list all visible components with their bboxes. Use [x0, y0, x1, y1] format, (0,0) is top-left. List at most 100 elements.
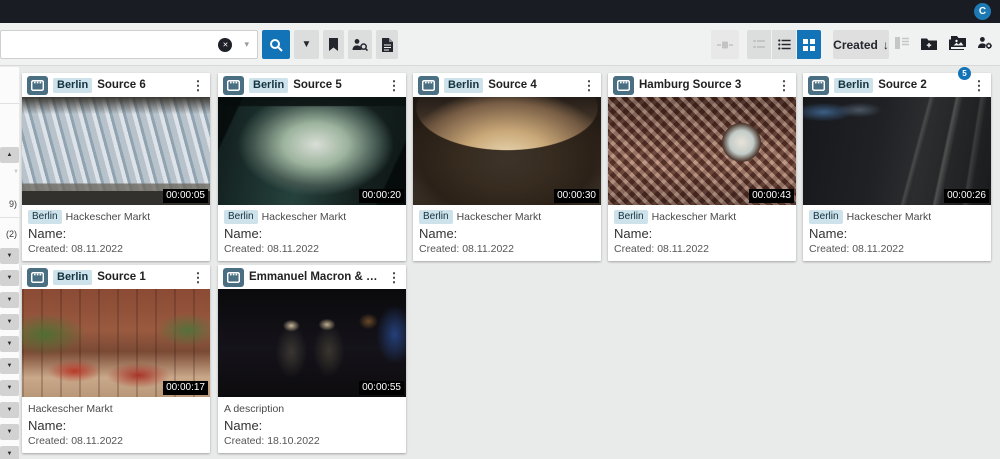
video-duration: 00:00:26: [944, 189, 989, 203]
name-label: Name:: [28, 418, 204, 433]
sort-by-button[interactable]: Created ↓: [833, 30, 889, 59]
user-settings-button[interactable]: [973, 30, 996, 59]
person-search-icon: [352, 38, 368, 52]
view-grid-button-active[interactable]: [797, 30, 821, 59]
card-title: Emmanuel Macron & Olaf Scholz Sr…: [249, 271, 382, 283]
user-avatar[interactable]: C: [974, 3, 991, 20]
side-panel-button-disabled: [890, 30, 914, 59]
facet-faint-chevron-icon: ▼: [0, 169, 19, 175]
created-date: Created: 18.10.2022: [224, 435, 400, 447]
facet-collapse-button[interactable]: ▼: [0, 270, 19, 286]
facet-collapse-button[interactable]: ▼: [0, 314, 19, 330]
facet-collapse-button[interactable]: ▼: [0, 248, 19, 264]
meta-row: A description: [224, 401, 400, 416]
asset-card: Berlin Source 6 ⋮ 00:00:05 Berlin Hackes…: [22, 73, 210, 261]
card-header: Hamburg Source 3 ⋮: [608, 73, 796, 97]
facet-collapse-button[interactable]: ▼: [0, 358, 19, 374]
search-box: ✕ ▾: [0, 30, 258, 59]
video-thumbnail[interactable]: 00:00:30: [413, 97, 601, 205]
triangle-down-icon: ▼: [7, 363, 13, 369]
video-thumbnail[interactable]: 00:00:17: [22, 289, 210, 397]
card-menu-button[interactable]: ⋮: [582, 76, 596, 95]
facet-collapse-button[interactable]: ▼: [0, 402, 19, 418]
meta-description: A description: [224, 403, 284, 415]
facet-scroll-up-button[interactable]: ▲: [0, 147, 19, 163]
video-thumbnail[interactable]: 00:00:05: [22, 97, 210, 205]
card-footer: Berlin Hackescher Markt Name: Created: 0…: [218, 205, 406, 261]
saved-searches-button[interactable]: [323, 30, 344, 59]
triangle-down-icon: ▼: [7, 451, 13, 457]
location-tag: Berlin: [419, 210, 453, 224]
sort-direction-icon: ↓: [883, 38, 889, 52]
search-button[interactable]: [262, 30, 290, 59]
meta-row: Berlin Hackescher Markt: [809, 209, 985, 224]
facet-count-bottom: (2): [0, 229, 17, 239]
person-search-button[interactable]: [348, 30, 372, 59]
meta-row: Berlin Hackescher Markt: [28, 209, 204, 224]
app-window: C ✕ ▾ ▼: [0, 0, 1000, 459]
location-tag: Berlin: [53, 78, 92, 93]
card-header: Berlin Source 5 ⋮: [218, 73, 406, 97]
card-footer: Hackescher Markt Name: Created: 08.11.20…: [22, 397, 210, 453]
report-document-button[interactable]: [376, 30, 398, 59]
view-compact-list-button: [747, 30, 771, 59]
facet-panel-edge: ▲ ▼ 9) (2) ▼ ▼ ▼ ▼ ▼ ▼ ▼ ▼ ▼ ▼: [0, 67, 19, 459]
card-menu-button[interactable]: ⋮: [777, 76, 791, 95]
card-title: Source 4: [488, 79, 577, 91]
view-list-button[interactable]: [772, 30, 796, 59]
card-menu-button[interactable]: ⋮: [387, 76, 401, 95]
created-date: Created: 08.11.2022: [28, 243, 204, 255]
media-collections-button[interactable]: [944, 30, 971, 59]
search-icon: [269, 38, 283, 52]
merge-icon: [717, 39, 733, 51]
created-date: Created: 08.11.2022: [28, 435, 204, 447]
sort-by-label: Created: [833, 38, 878, 52]
video-thumbnail[interactable]: 00:00:43: [608, 97, 796, 205]
video-duration: 00:00:20: [359, 189, 404, 203]
search-history-chevron-icon[interactable]: ▾: [244, 39, 249, 50]
location-tag: Berlin: [224, 210, 258, 224]
video-duration: 00:00:43: [749, 189, 794, 203]
location-tag: Berlin: [834, 78, 873, 93]
name-label: Name:: [224, 418, 400, 433]
merge-results-button-disabled: [711, 30, 739, 59]
name-label: Name:: [419, 226, 595, 241]
video-duration: 00:00:30: [554, 189, 599, 203]
facet-collapse-button[interactable]: ▼: [0, 380, 19, 396]
video-source-icon: [223, 268, 244, 287]
card-footer: Berlin Hackescher Markt Name: Created: 0…: [22, 205, 210, 261]
video-source-icon: [27, 76, 48, 95]
asset-card: Hamburg Source 3 ⋮ 00:00:43 Berlin Hacke…: [608, 73, 796, 261]
card-menu-button[interactable]: ⋮: [387, 268, 401, 287]
facet-collapse-button[interactable]: ▼: [0, 446, 19, 459]
card-header: Berlin Source 1 ⋮: [22, 265, 210, 289]
facet-collapse-button[interactable]: ▼: [0, 336, 19, 352]
meta-row: Berlin Hackescher Markt: [224, 209, 400, 224]
card-menu-button[interactable]: ⋮: [191, 268, 205, 287]
video-thumbnail[interactable]: 00:00:20: [218, 97, 406, 205]
clear-search-icon[interactable]: ✕: [218, 38, 232, 52]
user-gear-icon: [977, 36, 993, 53]
card-menu-button[interactable]: ⋮: [191, 76, 205, 95]
video-source-icon: [808, 76, 829, 95]
location-tag: Berlin: [249, 78, 288, 93]
facet-collapse-button[interactable]: ▼: [0, 424, 19, 440]
card-menu-button[interactable]: ⋮: [972, 76, 986, 95]
search-input[interactable]: [1, 31, 218, 58]
location-tag: Berlin: [53, 270, 92, 285]
video-duration: 00:00:55: [359, 381, 404, 395]
card-header: Emmanuel Macron & Olaf Scholz Sr… ⋮: [218, 265, 406, 289]
chevron-down-icon: ▼: [302, 39, 312, 50]
add-folder-button[interactable]: [917, 30, 941, 59]
meta-location: Hackescher Markt: [66, 211, 151, 223]
search-options-dropdown-button[interactable]: ▼: [294, 30, 319, 59]
card-footer: Berlin Hackescher Markt Name: Created: 0…: [413, 205, 601, 261]
divider: [0, 217, 19, 218]
video-thumbnail[interactable]: 00:00:26: [803, 97, 991, 205]
video-source-icon: [27, 268, 48, 287]
facet-collapse-button[interactable]: ▼: [0, 292, 19, 308]
card-header: Berlin Source 6 ⋮: [22, 73, 210, 97]
triangle-down-icon: ▼: [7, 429, 13, 435]
video-thumbnail[interactable]: 00:00:55: [218, 289, 406, 397]
video-source-icon: [418, 76, 439, 95]
